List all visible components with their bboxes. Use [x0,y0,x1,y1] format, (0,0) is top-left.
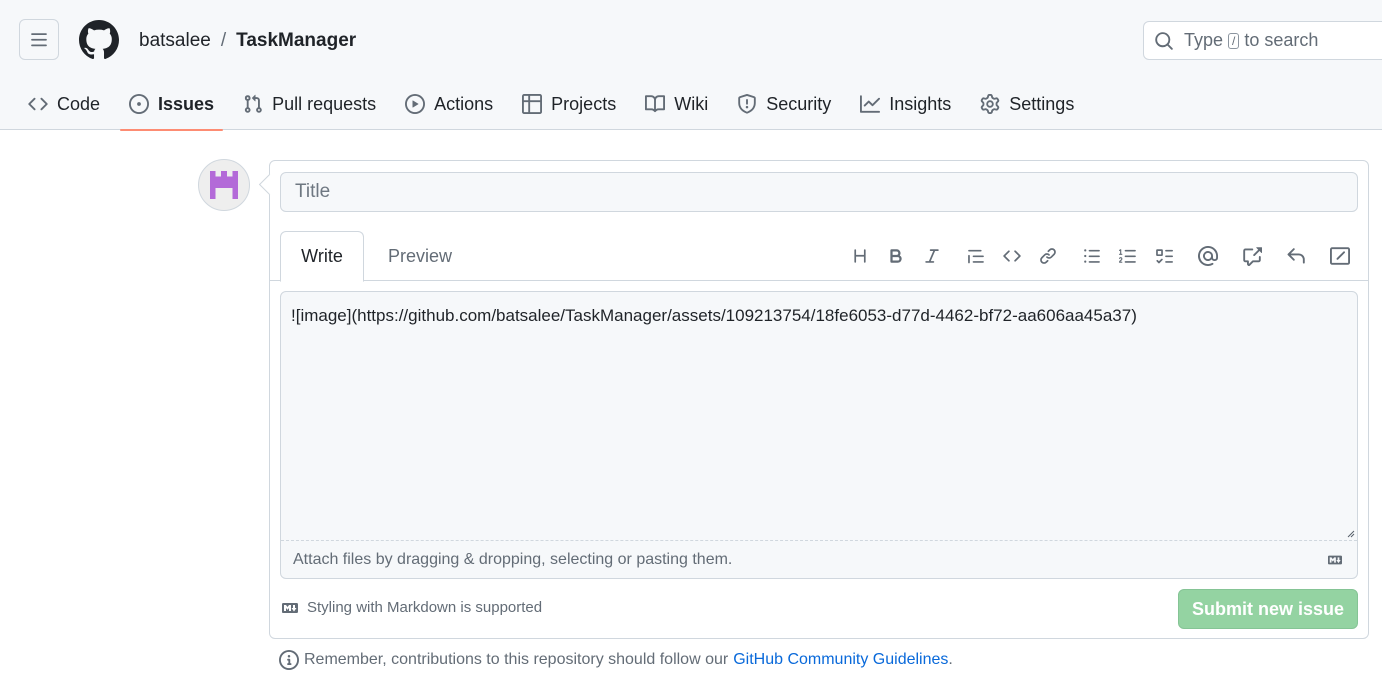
play-icon [405,94,426,114]
task-list-button[interactable] [1146,238,1182,274]
breadcrumb-separator: / [220,30,227,51]
breadcrumb: batsalee / TaskManager [139,30,356,52]
search-prefix: Type [1184,30,1224,50]
tab-insights-label: Insights [889,93,952,114]
table-icon [522,94,543,114]
ordered-list-icon [1119,249,1136,263]
unordered-list-button[interactable] [1074,238,1110,274]
ordered-list-button[interactable] [1110,238,1146,274]
tab-pull-requests[interactable]: Pull requests [234,78,385,130]
hamburger-icon [31,32,47,46]
tab-code[interactable]: Code [19,78,109,130]
link-icon [1040,248,1056,264]
fullscreen-button[interactable] [1322,238,1358,274]
mention-button[interactable] [1190,238,1226,274]
community-guidelines-note: Remember, contributions to this reposito… [279,650,953,670]
markdown-support-link[interactable]: Styling with Markdown is supported [280,599,542,616]
tab-write[interactable]: Write [280,231,364,282]
info-icon [279,650,299,670]
tab-settings-label: Settings [1009,93,1075,114]
markdown-toolbar [842,231,1358,281]
attach-files-area[interactable]: Attach files by dragging & dropping, sel… [281,540,1357,578]
repo-name-link[interactable]: TaskManager [236,30,356,52]
cross-reference-button[interactable] [1234,238,1270,274]
markdown-note-text: Styling with Markdown is supported [307,599,543,616]
code-icon [1003,250,1021,262]
guidelines-suffix: . [948,651,953,668]
repo-header: batsalee / TaskManager Type / to search … [0,0,1382,131]
book-icon [645,95,666,113]
code-button[interactable] [994,238,1030,274]
editor-tabs: Write Preview [270,231,1368,282]
bold-button[interactable] [878,238,914,274]
gear-icon [981,94,1000,114]
tab-preview[interactable]: Preview [370,231,470,281]
tab-issues-label: Issues [158,93,215,114]
tab-pull-requests-label: Pull requests [272,93,377,114]
markdown-icon [282,602,298,613]
mention-icon [1198,246,1218,266]
body-textarea[interactable]: ![image](https://github.com/batsalee/Tas… [280,291,1358,579]
pull-request-icon [244,94,262,113]
repo-owner-link[interactable]: batsalee [139,30,211,52]
link-button[interactable] [1030,238,1066,274]
title-input[interactable] [280,172,1358,212]
avatar[interactable] [198,159,250,211]
code-icon [28,97,48,111]
bold-icon [890,249,902,263]
issue-opened-icon [129,94,150,114]
quote-icon [968,249,984,264]
quote-button[interactable] [958,238,994,274]
identicon-icon [210,171,238,199]
form-footer: Styling with Markdown is supported Submi… [280,589,1358,629]
fullscreen-icon [1330,247,1350,265]
tab-projects[interactable]: Projects [513,78,625,130]
tab-issues[interactable]: Issues [120,78,224,131]
tab-projects-label: Projects [551,93,617,114]
tab-actions-label: Actions [434,93,494,114]
repo-nav: Code Issues Pull requests Actions Projec… [0,78,1083,131]
search-input[interactable]: Type / to search [1143,21,1382,60]
search-icon [1155,31,1173,50]
attach-files-text: Attach files by dragging & dropping, sel… [293,550,733,568]
task-list-icon [1156,249,1173,264]
search-suffix: to search [1244,30,1319,50]
unordered-list-icon [1084,249,1100,263]
tab-settings[interactable]: Settings [971,78,1083,130]
saved-replies-button[interactable] [1278,238,1314,274]
markdown-icon [1328,555,1342,565]
italic-button[interactable] [914,238,950,274]
github-logo-icon[interactable] [79,20,119,60]
search-shortcut-key: / [1228,32,1240,49]
body-text: ![image](https://github.com/batsalee/Tas… [291,306,1137,325]
heading-icon [854,249,866,263]
tab-code-label: Code [57,93,101,114]
tab-security[interactable]: Security [728,78,840,130]
menu-button[interactable] [19,19,59,60]
new-issue-form: Write Preview [269,160,1369,639]
guidelines-prefix: Remember, contributions to this reposito… [304,651,729,668]
submit-new-issue-button[interactable]: Submit new issue [1178,589,1358,629]
tab-wiki-label: Wiki [674,93,709,114]
tab-wiki[interactable]: Wiki [636,78,717,130]
heading-button[interactable] [842,238,878,274]
resize-handle-icon[interactable] [1345,528,1355,538]
community-guidelines-link[interactable]: GitHub Community Guidelines [733,651,948,669]
tab-security-label: Security [766,93,832,114]
tab-insights[interactable]: Insights [851,78,960,130]
tab-actions[interactable]: Actions [396,78,502,130]
italic-icon [925,249,939,263]
graph-icon [860,95,881,113]
reply-icon [1287,248,1305,264]
cross-reference-icon [1243,247,1262,266]
shield-icon [738,94,756,114]
